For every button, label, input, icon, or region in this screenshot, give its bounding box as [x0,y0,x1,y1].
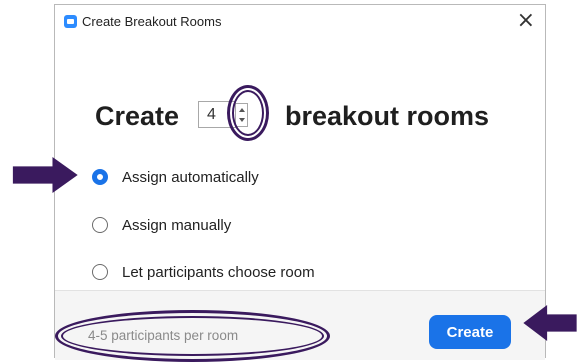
option-label: Let participants choose room [122,264,315,281]
stepper-highlight-circle [227,85,269,141]
breakout-rooms-dialog: Create Breakout Rooms × Create 4 breakou… [54,4,546,362]
room-count-value: 4 [207,106,216,123]
title-bar: Create Breakout Rooms × [55,5,545,39]
create-label: Create [95,101,180,131]
create-button[interactable]: Create [429,315,511,349]
option-label: Assign manually [122,217,232,234]
option-label: Assign automatically [122,169,259,186]
breakout-rooms-label: breakout rooms [285,101,490,131]
right-arrow-annotation [523,305,577,341]
dialog-footer: 4-5 participants per room Create [55,290,545,362]
radio-icon[interactable] [92,217,108,233]
radio-selected-icon[interactable] [92,169,108,185]
close-icon[interactable]: × [517,10,535,32]
participants-highlight-circle [55,310,330,362]
radio-icon[interactable] [92,264,108,280]
app-icon [64,15,77,28]
left-arrow-annotation [12,157,78,193]
dialog-title: Create Breakout Rooms [82,14,222,29]
